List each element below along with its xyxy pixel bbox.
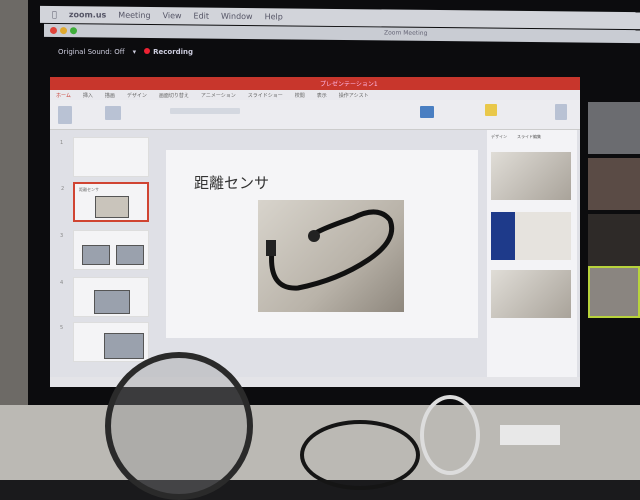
ribbon-tabs: ホーム 挿入 描画 デザイン 画面切り替え アニメーション スライドショー 校閲…: [50, 90, 580, 100]
tab-design[interactable]: デザイン: [127, 92, 147, 99]
tab-transitions[interactable]: 画面切り替え: [159, 92, 189, 99]
slide-thumbnail[interactable]: 1: [60, 137, 149, 177]
tab-slideshow[interactable]: スライドショー: [248, 92, 283, 99]
tab-view[interactable]: 表示: [317, 92, 327, 99]
minimize-button[interactable]: [60, 27, 67, 35]
ribbon: [50, 100, 580, 130]
menu-window[interactable]: Window: [221, 12, 253, 21]
original-sound-toggle[interactable]: Original Sound: Off: [58, 48, 125, 56]
participant-video[interactable]: [588, 158, 640, 210]
design-ideas-panel: デザイン スライド編集: [487, 130, 577, 385]
picture-icon[interactable]: [420, 106, 434, 118]
new-slide-icon[interactable]: [105, 106, 121, 120]
designer-icon[interactable]: [485, 104, 497, 116]
zoom-meeting-bar: Original Sound: Off ▾ Recording: [44, 41, 640, 63]
slide-canvas[interactable]: 距離センサ: [166, 150, 478, 338]
thumbnail-image: [95, 196, 129, 218]
menu-meeting[interactable]: Meeting: [118, 11, 150, 20]
design-ideas-icon[interactable]: [555, 104, 567, 120]
zoom-participants: [586, 100, 640, 320]
headset-sensor-image: [266, 209, 395, 291]
device: [500, 425, 560, 445]
window-title: Zoom Meeting: [384, 29, 428, 37]
close-button[interactable]: [50, 26, 57, 35]
maximize-button[interactable]: [70, 27, 77, 35]
document-title: プレゼンテーション1: [320, 81, 378, 88]
design-tab[interactable]: デザイン: [491, 134, 507, 140]
slide-thumbnail-selected[interactable]: 2 距離センサ: [61, 182, 149, 222]
design-idea[interactable]: [491, 270, 571, 318]
menu-view[interactable]: View: [163, 11, 182, 20]
design-idea[interactable]: [491, 212, 571, 260]
slide-thumbnail[interactable]: 5: [60, 322, 149, 362]
slide-thumbnails: 1 2 距離センサ 3 4 5: [55, 132, 155, 382]
desk: [0, 395, 640, 490]
slide-thumbnail[interactable]: 3: [60, 230, 149, 270]
cable: [420, 395, 480, 475]
powerpoint-window: プレゼンテーション1 ホーム 挿入 描画 デザイン 画面切り替え アニメーション…: [50, 77, 580, 387]
tab-review[interactable]: 校閲: [295, 92, 305, 99]
apple-icon[interactable]: : [52, 10, 57, 19]
ppt-titlebar: プレゼンテーション1: [50, 77, 580, 90]
paste-icon[interactable]: [58, 106, 72, 124]
participant-video[interactable]: [588, 102, 640, 154]
menu-zoom-us[interactable]: zoom.us: [69, 10, 106, 19]
tab-home[interactable]: ホーム: [56, 92, 71, 99]
tab-tell-me[interactable]: 操作アシスト: [339, 92, 369, 99]
tab-animations[interactable]: アニメーション: [201, 92, 236, 99]
design-idea[interactable]: [491, 152, 571, 200]
sensor-photo[interactable]: [258, 200, 404, 312]
chevron-down-icon[interactable]: ▾: [133, 48, 137, 56]
participant-video[interactable]: [588, 214, 640, 266]
font-select[interactable]: [170, 108, 240, 114]
menu-help[interactable]: Help: [265, 12, 283, 21]
tab-insert[interactable]: 挿入: [83, 92, 93, 99]
menu-edit[interactable]: Edit: [194, 11, 210, 20]
slide-thumbnail[interactable]: 4: [60, 277, 149, 317]
recording-indicator[interactable]: Recording: [144, 48, 193, 56]
active-speaker-video[interactable]: [588, 266, 640, 318]
tab-draw[interactable]: 描画: [105, 92, 115, 99]
record-icon: [144, 48, 151, 54]
slide-edit-tab[interactable]: スライド編集: [517, 134, 541, 140]
magnifying-glass: [105, 352, 253, 500]
slide-title[interactable]: 距離センサ: [194, 172, 269, 193]
